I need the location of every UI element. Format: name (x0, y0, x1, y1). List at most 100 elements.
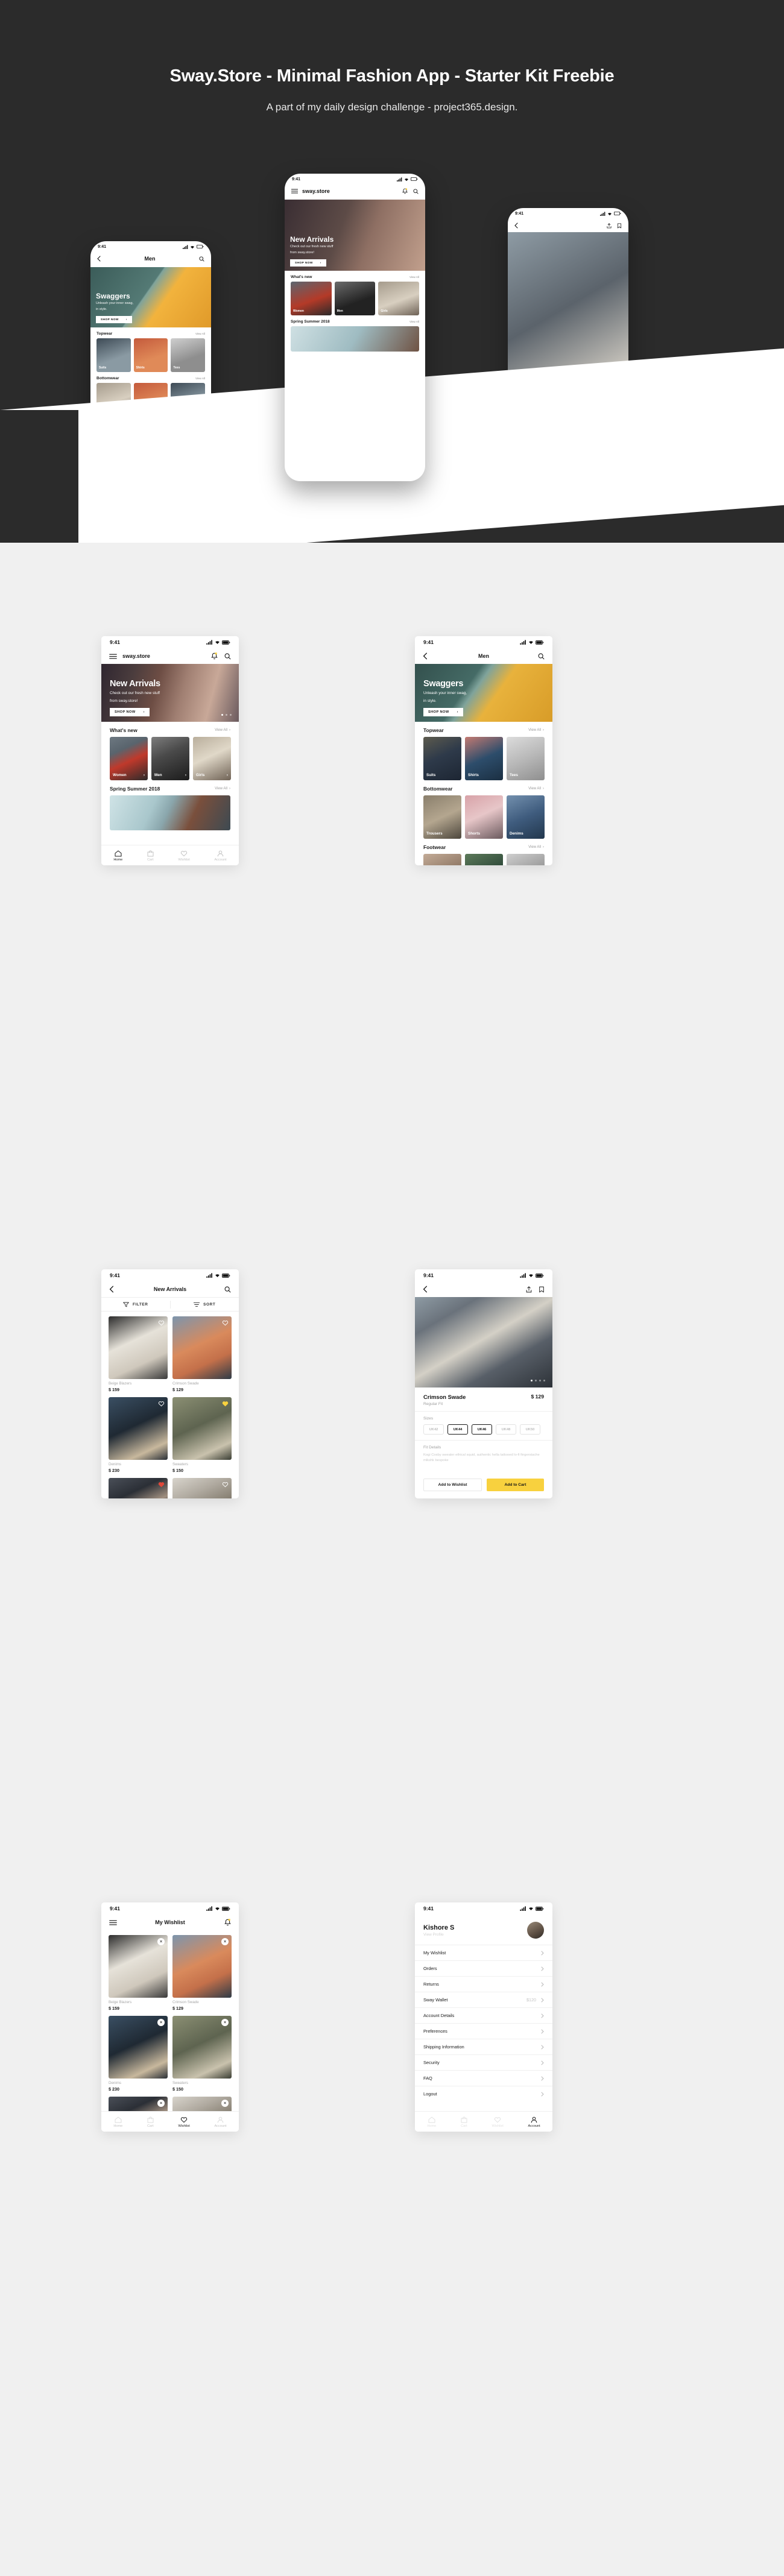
close-x-icon[interactable]: × (221, 1938, 229, 1945)
share-icon[interactable] (526, 1286, 532, 1293)
tab-cart[interactable]: Cart (461, 2117, 467, 2128)
promo-banner[interactable]: New Arrivals Check out our fresh new stu… (285, 200, 425, 271)
view-all-link[interactable]: View All (409, 320, 419, 323)
carousel-dots[interactable] (531, 1380, 545, 1381)
back-icon[interactable] (423, 1286, 428, 1293)
account-row-sway-wallet[interactable]: Sway Wallet $120 (415, 1992, 552, 2007)
size-chip[interactable]: UK46 (472, 1424, 492, 1435)
heart-icon[interactable] (158, 1319, 165, 1326)
product-card[interactable]: Denims $ 230 (109, 1397, 168, 1473)
filter-button[interactable]: FILTER (101, 1302, 170, 1307)
notification-bell-icon[interactable] (402, 188, 408, 194)
tab-home[interactable]: Home (113, 2117, 122, 2128)
product-card[interactable]: Beige Blazers $ 159 (109, 1316, 168, 1392)
heart-icon[interactable] (222, 1400, 229, 1407)
account-row-my-wishlist[interactable]: My Wishlist (415, 1945, 552, 1960)
hamburger-menu-icon[interactable] (109, 654, 117, 659)
category-card[interactable]: Girls (378, 282, 420, 315)
tab-account[interactable]: Account (214, 850, 227, 862)
shop-now-button[interactable]: SHOP NOW › (290, 259, 326, 267)
view-all-link[interactable]: View All (409, 276, 419, 279)
category-card-suits[interactable]: Suits (423, 737, 461, 780)
wishlist-item[interactable]: × Beige Blazers $ 159 (109, 1935, 168, 2011)
product-card[interactable]: Sweaters $ 150 (172, 1397, 232, 1473)
add-to-wishlist-button[interactable]: Add to Wishlist (423, 1479, 482, 1491)
wishlist-item[interactable]: × Sweaters $ 150 (172, 2016, 232, 2092)
category-card[interactable]: Tees (171, 338, 206, 372)
view-all-link[interactable]: View All (195, 377, 205, 380)
view-all-link[interactable]: View All › (528, 845, 544, 849)
account-row-account-details[interactable]: Account Details (415, 2007, 552, 2023)
promo-banner-swaggers[interactable]: Swaggers Unleash your inner swag, in sty… (415, 664, 552, 722)
close-x-icon[interactable]: × (221, 2100, 229, 2107)
category-card[interactable]: Women (291, 282, 332, 315)
category-card[interactable] (507, 854, 545, 865)
view-all-link[interactable]: View All › (528, 728, 544, 732)
category-card[interactable]: Men (334, 282, 376, 315)
wishlist-item[interactable]: × Crimson Swade $ 129 (172, 1935, 232, 2011)
category-card-women[interactable]: Women › (110, 737, 148, 780)
size-chip[interactable]: UK44 (447, 1424, 468, 1435)
product-card[interactable]: Crimson Swade $ 129 (172, 1316, 232, 1392)
shop-now-button[interactable]: SHOP NOW › (110, 708, 150, 716)
category-card-tees[interactable]: Tees (507, 737, 545, 780)
tab-home[interactable]: Home (113, 850, 122, 862)
category-card[interactable]: Shirts (133, 338, 168, 372)
view-all-link[interactable]: View All (195, 332, 205, 335)
category-card-trousers[interactable]: Trousers (423, 795, 461, 839)
product-card[interactable] (172, 1478, 232, 1498)
heart-icon[interactable] (158, 1481, 165, 1488)
account-row-security[interactable]: Security (415, 2054, 552, 2070)
account-row-returns[interactable]: Returns (415, 1976, 552, 1992)
category-card-girls[interactable]: Girls › (193, 737, 231, 780)
account-row-faq[interactable]: FAQ (415, 2070, 552, 2086)
tab-cart[interactable]: Cart (147, 2117, 154, 2128)
carousel-dots[interactable] (221, 714, 232, 716)
sort-button[interactable]: SORT (171, 1302, 239, 1307)
heart-icon[interactable] (222, 1319, 229, 1326)
account-row-logout[interactable]: Logout (415, 2086, 552, 2101)
close-x-icon[interactable]: × (157, 2100, 165, 2107)
back-icon[interactable] (423, 652, 428, 660)
close-x-icon[interactable]: × (157, 2019, 165, 2026)
back-icon[interactable] (97, 256, 101, 262)
collection-card-spring-summer[interactable] (110, 795, 230, 830)
hamburger-menu-icon[interactable] (109, 1920, 117, 1925)
category-card[interactable] (465, 854, 503, 865)
tab-wishlist[interactable]: Wishlist (179, 2117, 190, 2128)
search-icon[interactable] (224, 1286, 231, 1293)
notification-bell-icon[interactable] (224, 1919, 231, 1926)
category-card-men[interactable]: Men › (151, 737, 189, 780)
category-card[interactable]: Suits (96, 338, 131, 372)
search-icon[interactable] (413, 188, 419, 194)
close-x-icon[interactable]: × (157, 1938, 165, 1945)
shop-now-button[interactable]: SHOP NOW › (96, 316, 132, 323)
category-card-denims[interactable]: Denims (507, 795, 545, 839)
tab-cart[interactable]: Cart (147, 850, 154, 862)
account-row-shipping-information[interactable]: Shipping Information (415, 2039, 552, 2054)
notification-bell-icon[interactable] (211, 652, 218, 660)
search-icon[interactable] (199, 256, 204, 262)
category-card-shirts[interactable]: Shirts (465, 737, 503, 780)
share-icon[interactable] (607, 223, 612, 229)
bookmark-icon[interactable] (539, 1286, 545, 1293)
account-row-orders[interactable]: Orders (415, 1960, 552, 1976)
size-chip[interactable]: UK50 (520, 1424, 540, 1435)
bookmark-icon[interactable] (617, 223, 622, 229)
product-image-carousel[interactable] (415, 1297, 552, 1387)
wishlist-item[interactable]: × Denims $ 230 (109, 2016, 168, 2092)
tab-account[interactable]: Account (528, 2117, 540, 2128)
tab-account[interactable]: Account (214, 2117, 227, 2128)
back-icon[interactable] (109, 1286, 114, 1293)
view-all-link[interactable]: View All › (215, 787, 230, 791)
view-profile-link[interactable]: View Profile (423, 1933, 454, 1937)
avatar[interactable] (527, 1922, 544, 1939)
category-card-shorts[interactable]: Shorts (465, 795, 503, 839)
search-icon[interactable] (224, 653, 231, 660)
promo-banner[interactable]: Swaggers Unleash your inner swag, in sty… (90, 267, 211, 327)
search-icon[interactable] (538, 653, 545, 660)
hamburger-menu-icon[interactable] (291, 189, 298, 194)
tab-wishlist[interactable]: Wishlist (179, 850, 190, 862)
tab-home[interactable]: Home (427, 2117, 436, 2128)
close-x-icon[interactable]: × (221, 2019, 229, 2026)
